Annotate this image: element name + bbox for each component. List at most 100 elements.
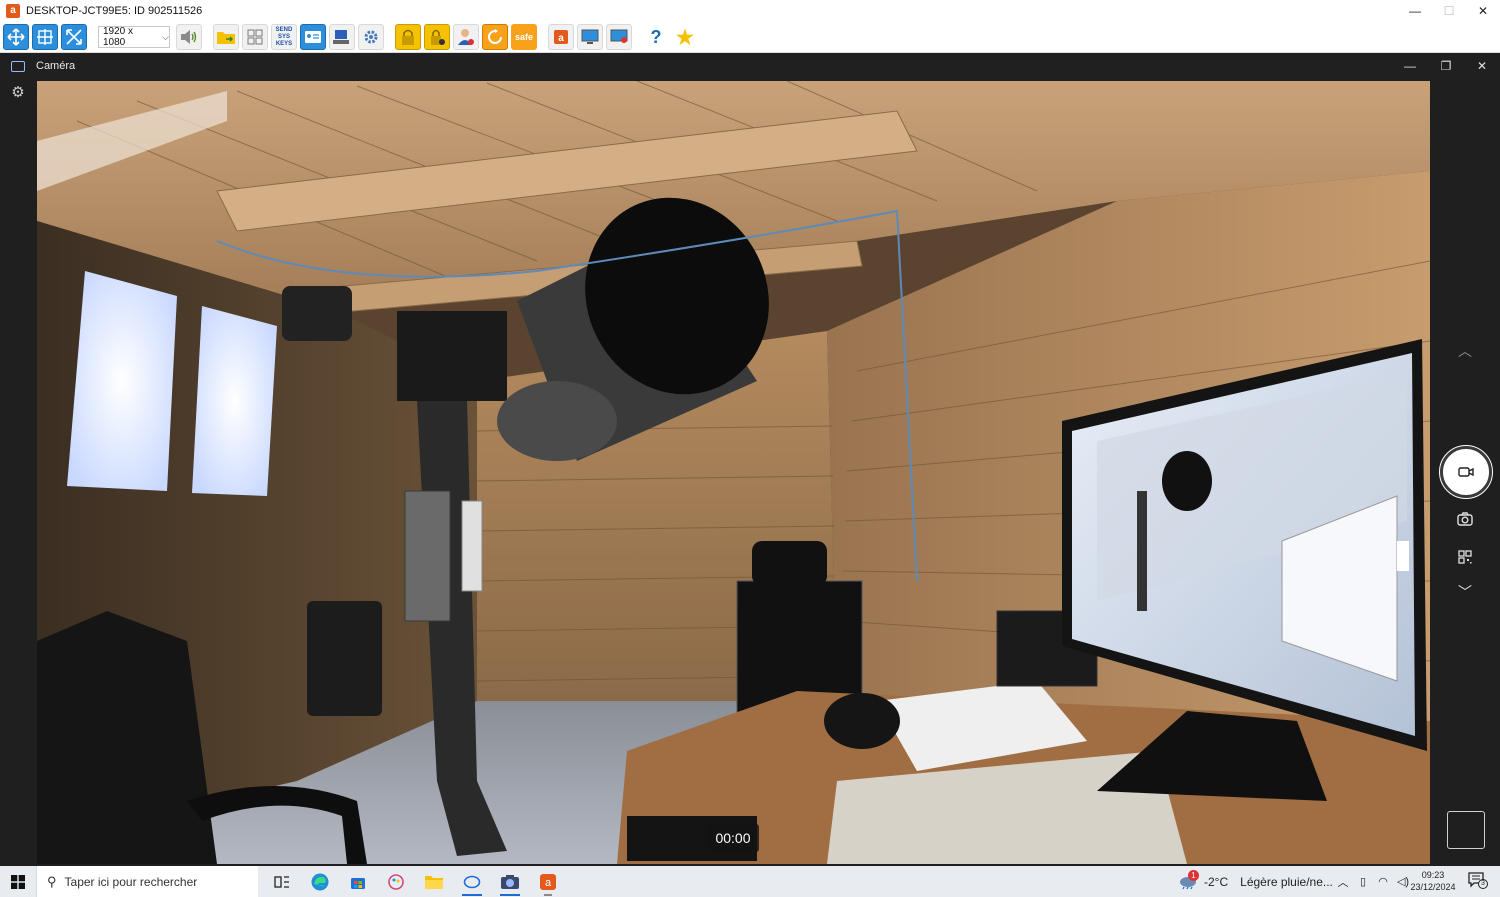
camera-right-rail: ︿ ﹀: [1430, 79, 1500, 866]
folder-icon: [425, 875, 443, 889]
svg-text:a: a: [558, 33, 564, 44]
remote-toolbar: 1920 x 1080 ⌵ SEND SYS KEYS safe a ? ★: [0, 22, 1500, 53]
task-view-icon: [274, 875, 289, 888]
file-transfer-button[interactable]: [213, 24, 239, 50]
taskbar-app-6[interactable]: [453, 866, 491, 897]
weather-temperature: -2°C: [1204, 874, 1229, 889]
camera-titlebar: Caméra — ❐ ✕: [0, 53, 1500, 79]
lock-button[interactable]: [395, 24, 421, 50]
user-icon: [458, 29, 474, 45]
chevron-down-icon: ⌵: [162, 31, 169, 42]
taskbar-store[interactable]: [339, 866, 377, 897]
taskbar-search-box[interactable]: ⚲ Taper ici pour rechercher: [36, 866, 258, 897]
camera-close-button[interactable]: ✕: [1464, 53, 1500, 79]
task-view-button[interactable]: [263, 866, 301, 897]
folder-transfer-icon: [217, 32, 235, 44]
chevron-up-icon[interactable]: ︿: [1455, 341, 1475, 361]
camera-title: Caméra: [36, 60, 76, 72]
new-session-button[interactable]: a: [548, 24, 574, 50]
remote-computer-button[interactable]: [329, 24, 355, 50]
help-icon: ?: [650, 26, 662, 47]
safe-label: safe: [514, 32, 533, 42]
screen-button[interactable]: [577, 24, 603, 50]
wifi-icon[interactable]: ◠: [1373, 875, 1393, 888]
camera-left-rail: ⚙: [0, 79, 37, 866]
battery-icon[interactable]: ▯: [1353, 875, 1373, 888]
scale-button[interactable]: [61, 24, 87, 50]
screen-record-button[interactable]: [606, 24, 632, 50]
remote-maximize-button[interactable]: ☐: [1432, 0, 1466, 22]
id-card-icon: [305, 31, 321, 43]
resolution-value: 1920 x 1080: [103, 26, 134, 48]
photo-mode-button[interactable]: [1455, 509, 1475, 529]
fullscreen-button[interactable]: [32, 24, 58, 50]
fullscreen-icon: [37, 29, 53, 45]
remote-window-titlebar: a DESKTOP-JCT99E5: ID 902511526 — ☐ ✕: [0, 0, 1500, 22]
taskbar-camera[interactable]: [491, 866, 529, 897]
weather-description: Légère pluie/ne...: [1240, 874, 1333, 889]
user-logoff-button[interactable]: [453, 24, 479, 50]
chevron-down-icon[interactable]: ﹀: [1455, 582, 1475, 602]
send-sys-keys-button[interactable]: SEND SYS KEYS: [271, 24, 297, 50]
camera-app-taskbar-icon: [501, 874, 519, 889]
notification-count-badge: 3: [1478, 879, 1488, 889]
record-video-button[interactable]: [1439, 445, 1493, 499]
task-manager-button[interactable]: [242, 24, 268, 50]
paint-icon: [388, 873, 404, 890]
lock-user-icon: [431, 29, 445, 45]
lock-session-button[interactable]: [424, 24, 450, 50]
resize-arrows-icon: [66, 29, 82, 45]
system-info-button[interactable]: [300, 24, 326, 50]
window-grid-icon: [247, 29, 263, 45]
camera-icon: [1457, 512, 1473, 526]
search-icon: ⚲: [47, 873, 57, 889]
camera-viewfinder[interactable]: [37, 81, 1430, 864]
start-button[interactable]: [0, 866, 36, 897]
taskbar-clock[interactable]: 09:23 23/12/2024: [1404, 869, 1462, 893]
sound-button[interactable]: [176, 24, 202, 50]
taskbar-edge[interactable]: [301, 866, 339, 897]
help-button[interactable]: ?: [643, 24, 669, 50]
system-tray: ︿ ▯ ◠ ◁): [1333, 866, 1413, 897]
remote-close-button[interactable]: ✕: [1466, 0, 1500, 22]
notification-center-button[interactable]: 3: [1468, 872, 1488, 890]
app-logo-icon: a: [6, 4, 20, 18]
weather-widget[interactable]: 1 -2°C Légère pluie/ne...: [1178, 866, 1333, 897]
recording-timer: 00:00: [707, 824, 759, 852]
settings-toolbar-button[interactable]: [358, 24, 384, 50]
star-icon: ★: [676, 26, 694, 49]
chat-bubble-icon: [463, 875, 481, 888]
restart-icon: [488, 29, 502, 44]
monitor-record-icon: [610, 29, 628, 43]
restart-button[interactable]: [482, 24, 508, 50]
safe-mode-button[interactable]: safe: [511, 24, 537, 50]
favorite-button[interactable]: ★: [672, 24, 698, 50]
clock-date: 23/12/2024: [1410, 882, 1456, 892]
speaker-icon: [181, 30, 197, 44]
gallery-thumbnail-button[interactable]: [1447, 811, 1485, 849]
rain-cloud-icon: 1: [1178, 869, 1199, 890]
remote-app-icon: a: [540, 873, 556, 890]
qr-code-mode-button[interactable]: [1455, 547, 1475, 567]
taskbar-file-explorer[interactable]: [415, 866, 453, 897]
weather-alert-badge: 1: [1188, 869, 1199, 881]
taskbar-app-4[interactable]: [377, 866, 415, 897]
lock-icon: [402, 29, 414, 45]
qr-code-icon: [1458, 550, 1472, 564]
windows-taskbar: ⚲ Taper ici pour rechercher a 1 -2°C Lég…: [0, 866, 1500, 897]
fit-screen-button[interactable]: [3, 24, 29, 50]
camera-minimize-button[interactable]: —: [1392, 53, 1428, 79]
fit-screen-icon: [7, 28, 25, 46]
computer-icon: [333, 30, 349, 44]
send-sys-keys-label: SEND SYS KEYS: [275, 26, 293, 47]
camera-restore-button[interactable]: ❐: [1428, 53, 1464, 79]
remote-minimize-button[interactable]: —: [1398, 0, 1432, 22]
monitor-icon: [581, 29, 599, 44]
camera-app-icon: [11, 60, 25, 72]
show-hidden-icons-chevron-icon[interactable]: ︿: [1333, 874, 1353, 890]
resolution-select[interactable]: 1920 x 1080 ⌵: [98, 26, 170, 48]
search-placeholder: Taper ici pour rechercher: [64, 874, 198, 889]
taskbar-remote-app[interactable]: a: [529, 866, 567, 897]
settings-gear-icon[interactable]: ⚙: [10, 85, 26, 101]
camera-feed-scene: [37, 81, 1430, 864]
